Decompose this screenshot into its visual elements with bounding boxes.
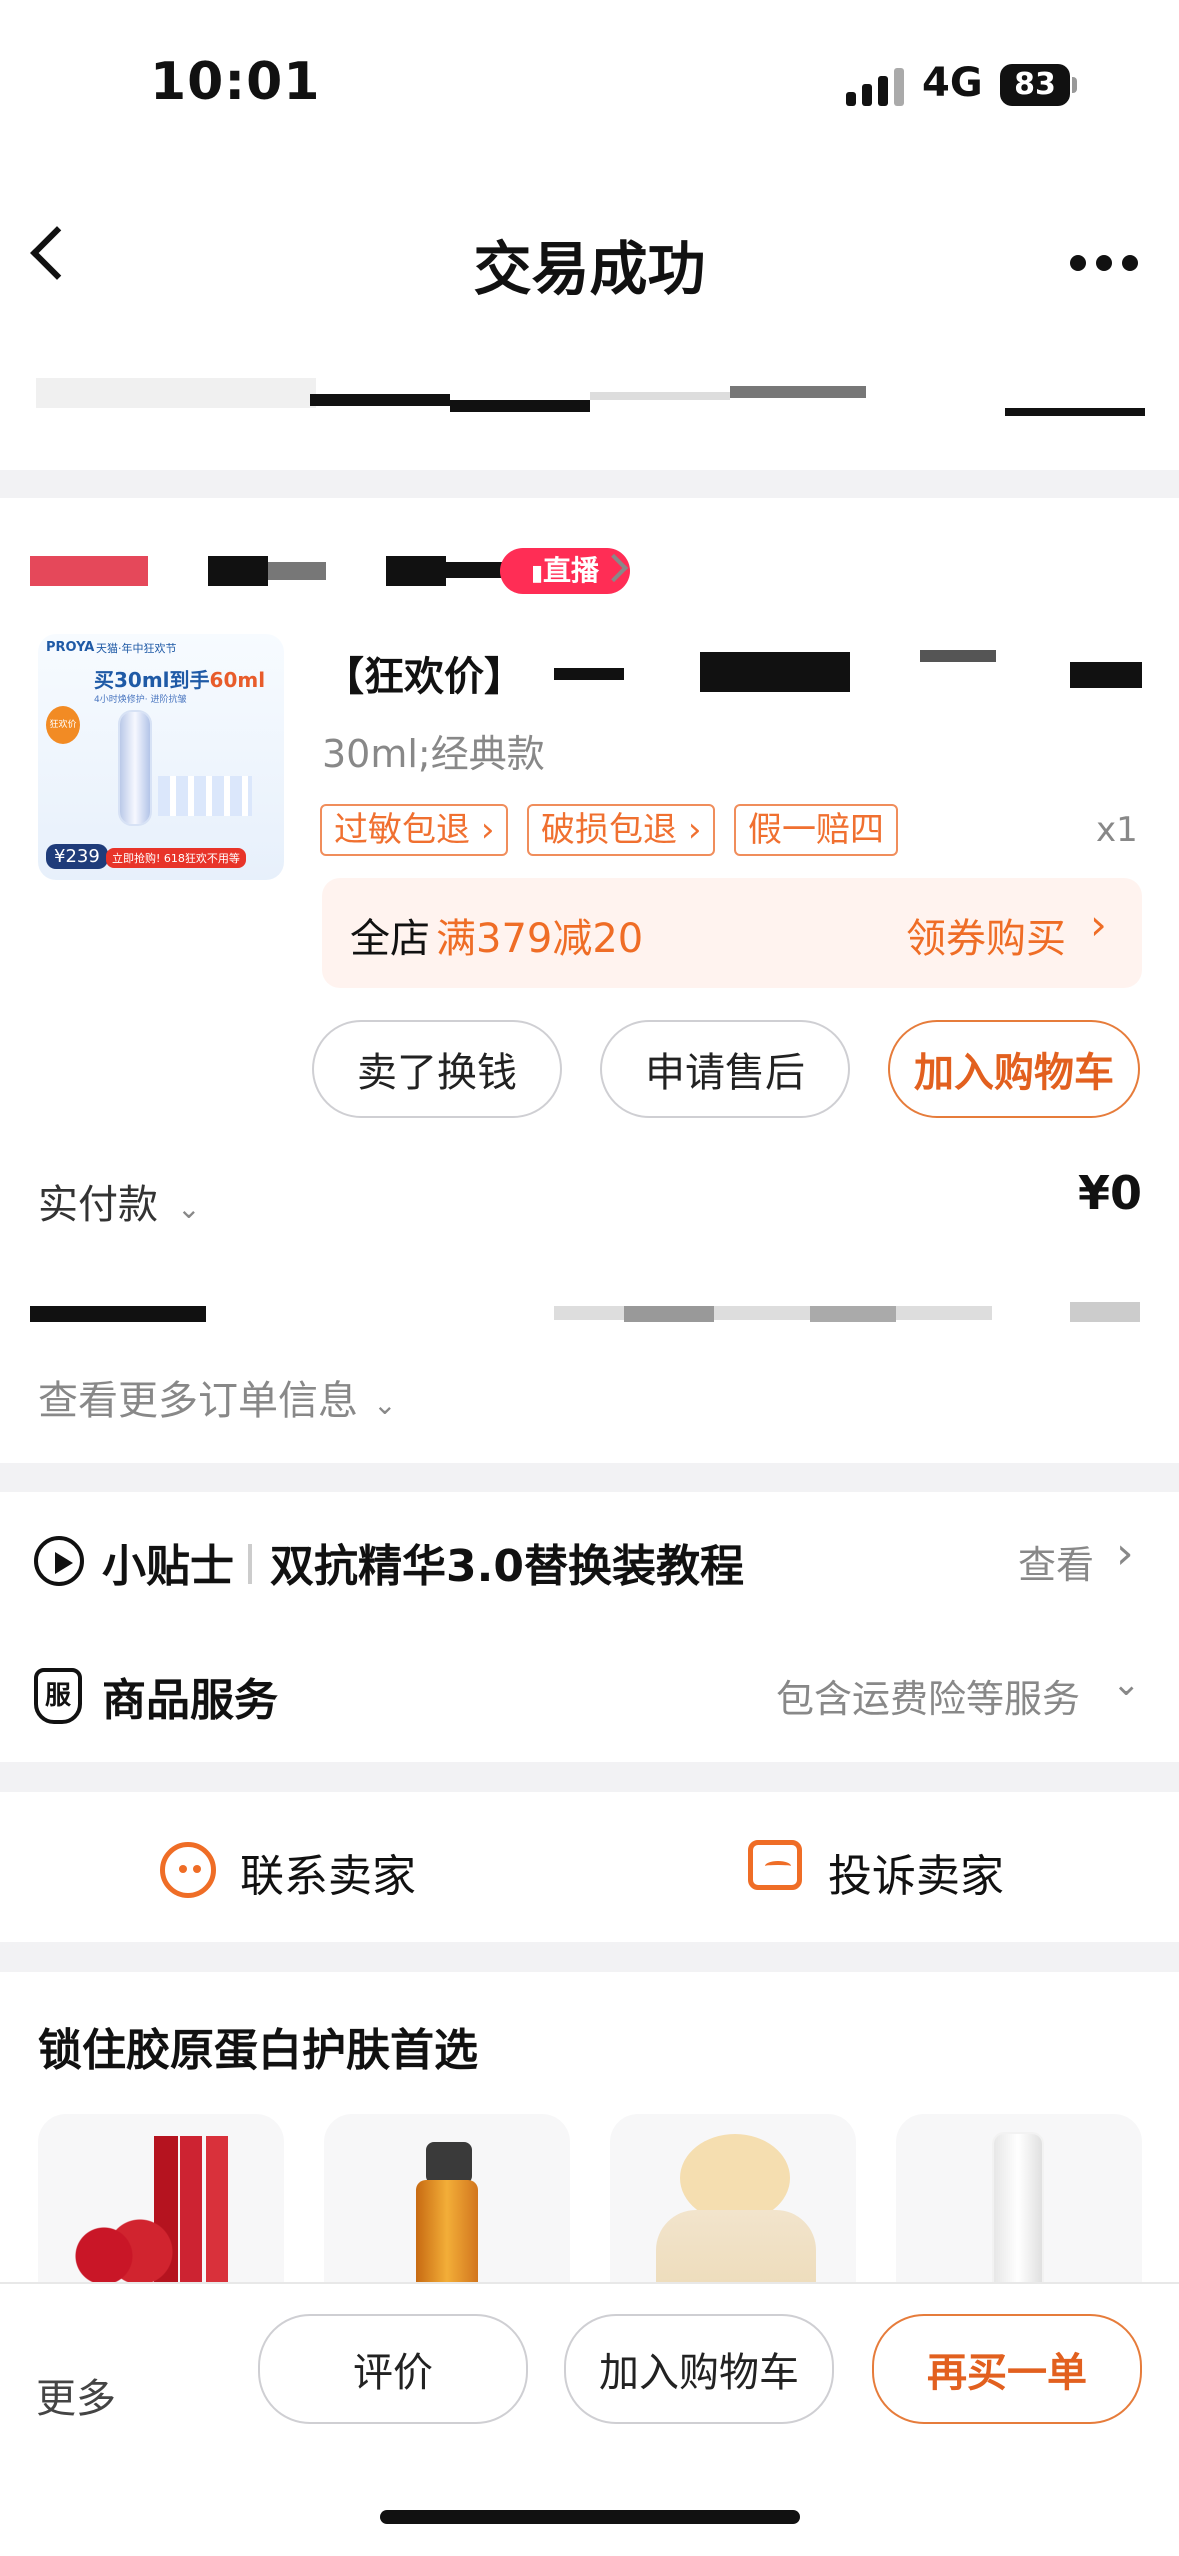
more-icon[interactable]: [1070, 255, 1138, 273]
service-row[interactable]: 服 商品服务 包含运费险等服务 ⌄: [34, 1662, 1144, 1740]
chat-face-icon: [160, 1842, 216, 1898]
play-circle-icon: [34, 1536, 84, 1586]
recommendation-title: 锁住胶原蛋白护肤首选: [38, 2025, 478, 2076]
top-nav: 交易成功: [0, 150, 1179, 330]
tips-action: 查看: [1018, 1543, 1095, 1587]
tips-divider: [248, 1544, 252, 1584]
service-detail: 包含运费险等服务: [776, 1677, 1081, 1721]
tag-allergy-return[interactable]: 过敏包退 ›: [320, 804, 509, 856]
more-order-info-label: 查看更多订单信息: [38, 1378, 358, 1424]
shop-header[interactable]: ▮直播: [30, 548, 630, 594]
order-info-redacted: [30, 1298, 1150, 1330]
review-button[interactable]: 评价: [258, 2314, 528, 2424]
payment-value: ¥0: [1078, 1166, 1143, 1220]
buy-again-button[interactable]: 再买一单: [872, 2314, 1142, 2424]
page-title: 交易成功: [473, 235, 706, 303]
order-detail-page: 10:01 4G 83 交易成功 ▮直播 PROYA 天猫·年中狂欢节 买30m…: [0, 0, 1179, 2556]
product-image: [426, 2142, 472, 2184]
thumb-price-badge: 狂欢价: [46, 706, 80, 744]
thumb-event: 天猫·年中狂欢节: [96, 642, 177, 655]
promo-banner[interactable]: 全店 满379减20 领券购买 ›: [322, 878, 1142, 988]
service-label: 商品服务: [102, 1675, 278, 1726]
add-to-cart-button[interactable]: 加入购物车: [888, 1020, 1140, 1118]
service-section: 小贴士 双抗精华3.0替换装教程 查看 › 服 商品服务 包含运费险等服务 ⌄: [0, 1492, 1179, 1762]
thumb-bottle: [120, 712, 150, 824]
product-image: [680, 2134, 790, 2222]
chevron-down-icon: ⌄: [1112, 1664, 1141, 1704]
product-variant: 30ml;经典款: [322, 732, 545, 776]
product-image: [68, 2136, 238, 2306]
chevron-right-icon: ›: [1116, 1528, 1134, 1579]
tips-label: 小贴士: [102, 1541, 234, 1592]
live-badge-label: 直播: [543, 554, 600, 587]
payment-label: 实付款: [38, 1182, 158, 1228]
chevron-right-icon: ›: [1090, 900, 1107, 949]
tag-damage-return[interactable]: 破损包退 ›: [527, 804, 716, 856]
home-indicator: [380, 2510, 800, 2524]
order-card: ▮直播 PROYA 天猫·年中狂欢节 买30ml到手60ml 4小时焕修护· 进…: [0, 498, 1179, 1463]
chevron-right-icon: ›: [687, 810, 702, 850]
product-title-prefix: 【狂欢价】: [324, 654, 524, 700]
status-time: 10:01: [150, 52, 321, 112]
payment-label-row[interactable]: 实付款 ⌄: [38, 1172, 201, 1230]
network-label: 4G: [922, 60, 983, 106]
footer-add-cart-button[interactable]: 加入购物车: [564, 2314, 834, 2424]
tips-row[interactable]: 小贴士 双抗精华3.0替换装教程 查看 ›: [34, 1528, 1144, 1606]
thumb-headline: 买30ml到手60ml: [94, 668, 266, 692]
product-title[interactable]: 【狂欢价】: [324, 644, 1144, 704]
tag-fake-compensate[interactable]: 假一赔四: [734, 804, 898, 856]
promo-left-value: 满379减20: [436, 916, 644, 962]
more-order-info[interactable]: 查看更多订单信息 ⌄: [38, 1368, 397, 1426]
promo-left-static: 全店: [350, 916, 430, 962]
battery-icon: 83: [1000, 64, 1077, 106]
signal-icon: [846, 66, 908, 106]
tips-text: 双抗精华3.0替换装教程: [270, 1541, 744, 1592]
contact-section: 联系卖家 投诉卖家: [0, 1792, 1179, 1942]
status-bar: 10:01 4G 83: [0, 0, 1179, 150]
more-label[interactable]: 更多: [36, 2366, 116, 2424]
chevron-right-icon: ›: [480, 810, 495, 850]
product-quantity: x1: [1096, 810, 1138, 850]
complain-seller-label: 投诉卖家: [828, 1851, 1004, 1902]
chevron-down-icon: ⌄: [177, 1192, 201, 1225]
chevron-down-icon: ⌄: [373, 1388, 397, 1421]
thumb-subline: 4小时焕修护· 进阶抗皱: [94, 695, 187, 705]
product-thumbnail[interactable]: PROYA 天猫·年中狂欢节 买30ml到手60ml 4小时焕修护· 进阶抗皱 …: [38, 634, 284, 880]
complain-seller-button[interactable]: 投诉卖家: [748, 1824, 1048, 1910]
service-shield-icon: 服: [34, 1668, 82, 1724]
contact-seller-label: 联系卖家: [240, 1851, 416, 1902]
thumb-vials: [158, 776, 252, 816]
thumb-price: ¥239: [46, 844, 108, 869]
live-icon: ▮: [530, 561, 544, 586]
thumb-footer: 立即抢购! 618狂欢不用等: [106, 848, 246, 868]
delivery-info-redacted: [0, 330, 1179, 470]
complaint-bubble-icon: [748, 1840, 802, 1890]
thumb-brand: PROYA: [46, 640, 95, 655]
after-sale-button[interactable]: 申请售后: [600, 1020, 850, 1118]
promo-right: 领券购买: [906, 916, 1066, 962]
contact-seller-button[interactable]: 联系卖家: [160, 1824, 460, 1910]
sell-button[interactable]: 卖了换钱: [312, 1020, 562, 1118]
